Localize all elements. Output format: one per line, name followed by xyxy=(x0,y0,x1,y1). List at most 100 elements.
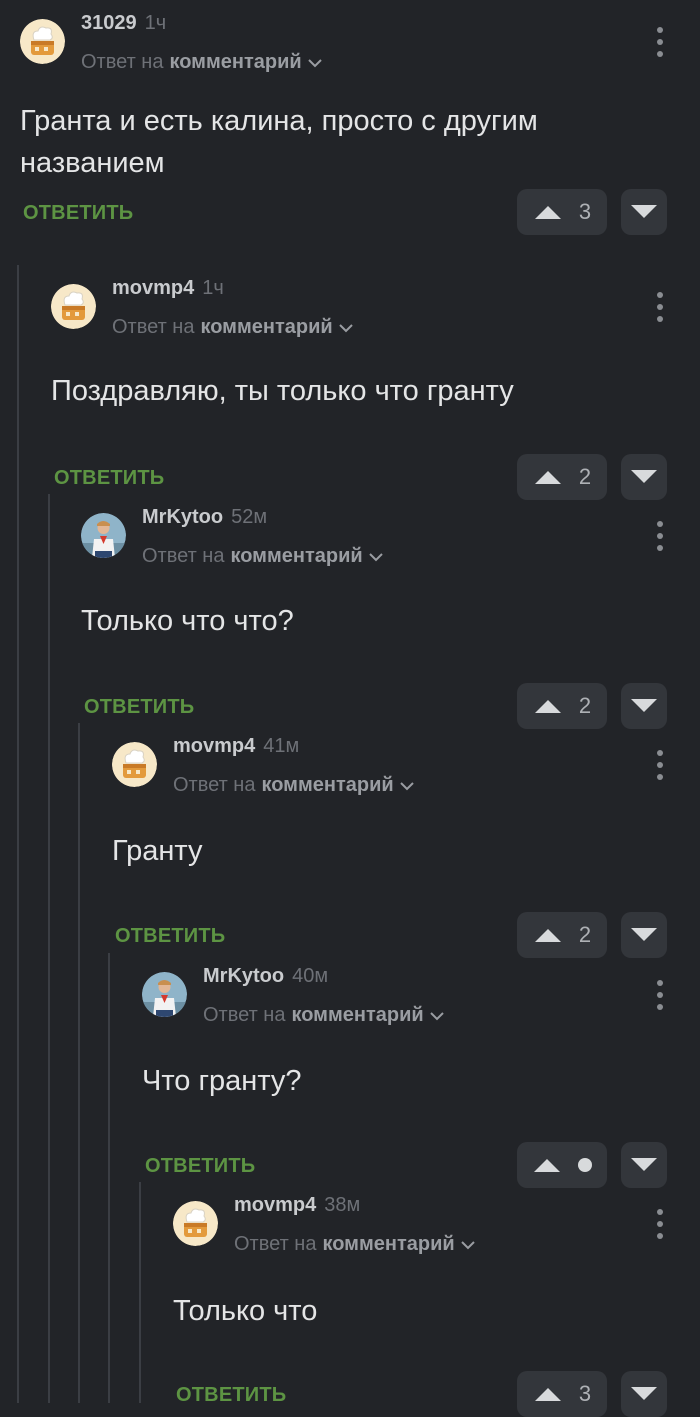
reply-to-prefix: Ответ на xyxy=(112,316,195,338)
comment-text: Только что xyxy=(173,1295,318,1327)
reply-to-target[interactable]: комментарий xyxy=(169,51,301,74)
author-name[interactable]: 31029 xyxy=(81,12,137,34)
rating-hidden-dot xyxy=(578,1158,592,1172)
arrow-down-icon xyxy=(631,205,657,218)
chevron-down-icon[interactable] xyxy=(338,316,353,339)
comment-time: 52м xyxy=(231,506,268,528)
more-options-icon[interactable] xyxy=(650,980,670,1010)
comment-text: Гранту xyxy=(112,835,203,867)
pioneer-photo-avatar[interactable] xyxy=(81,513,126,558)
reply-to-link[interactable]: Ответ на комментарий xyxy=(112,316,353,339)
chef-hat-avatar[interactable] xyxy=(51,284,96,329)
upvote-button[interactable] xyxy=(517,1142,607,1188)
chevron-down-icon[interactable] xyxy=(460,1233,475,1256)
chevron-down-icon[interactable] xyxy=(429,1004,444,1027)
rating-count: 2 xyxy=(578,693,592,718)
comment-text: Поздравляю, ты только что гранту xyxy=(51,375,514,407)
comment-text: Только что что? xyxy=(81,605,294,637)
author-name[interactable]: MrKytoo xyxy=(203,965,284,987)
chef-hat-avatar[interactable] xyxy=(20,19,65,64)
comment-time: 1ч xyxy=(202,277,224,299)
upvote-button[interactable]: 3 xyxy=(517,189,607,235)
arrow-down-icon xyxy=(631,470,657,483)
reply-to-target[interactable]: комментарий xyxy=(322,1233,454,1256)
comment-text: Гранта и есть калина, просто с другим на… xyxy=(20,105,538,179)
arrow-up-icon xyxy=(534,471,561,484)
more-options-icon[interactable] xyxy=(650,292,670,322)
chevron-down-icon[interactable] xyxy=(307,51,322,74)
comment-author[interactable]: movmp4 38м xyxy=(234,1194,360,1217)
rating-count: 3 xyxy=(578,199,592,224)
arrow-down-icon xyxy=(631,928,657,941)
more-options-icon[interactable] xyxy=(650,1209,670,1239)
chevron-down-icon[interactable] xyxy=(368,545,383,568)
comment-time: 41м xyxy=(263,735,300,757)
comment-time: 40м xyxy=(292,965,329,987)
downvote-button[interactable] xyxy=(621,912,667,958)
comment-time: 38м xyxy=(324,1194,361,1216)
thread-line xyxy=(139,1182,141,1403)
chef-hat-avatar[interactable] xyxy=(173,1201,218,1246)
reply-button[interactable]: ОТВЕТИТЬ xyxy=(176,1384,286,1407)
author-name[interactable]: movmp4 xyxy=(112,277,194,299)
author-name[interactable]: MrKytoo xyxy=(142,506,223,528)
arrow-up-icon xyxy=(534,1388,561,1401)
reply-to-link[interactable]: Ответ на комментарий xyxy=(203,1004,444,1027)
author-name[interactable]: movmp4 xyxy=(173,735,255,757)
more-options-icon[interactable] xyxy=(650,27,670,57)
reply-button[interactable]: ОТВЕТИТЬ xyxy=(115,925,225,948)
more-options-icon[interactable] xyxy=(650,521,670,551)
rating-count: 2 xyxy=(578,922,592,947)
reply-button[interactable]: ОТВЕТИТЬ xyxy=(54,467,164,490)
reply-to-link[interactable]: Ответ на комментарий xyxy=(142,545,383,568)
reply-to-target[interactable]: комментарий xyxy=(291,1004,423,1027)
upvote-button[interactable]: 2 xyxy=(517,683,607,729)
comment-author[interactable]: MrKytoo 40м xyxy=(203,965,328,988)
arrow-down-icon xyxy=(631,1158,657,1171)
reply-to-link[interactable]: Ответ на комментарий xyxy=(173,774,414,797)
comment-time: 1ч xyxy=(144,12,167,34)
more-options-icon[interactable] xyxy=(650,750,670,780)
reply-to-prefix: Ответ на xyxy=(173,774,256,796)
thread-line xyxy=(17,265,19,1403)
comment-text: Что гранту? xyxy=(142,1065,302,1097)
reply-to-target[interactable]: комментарий xyxy=(261,774,393,797)
reply-to-target[interactable]: комментарий xyxy=(230,545,362,568)
reply-to-prefix: Ответ на xyxy=(234,1233,317,1255)
downvote-button[interactable] xyxy=(621,1371,667,1417)
reply-to-target[interactable]: комментарий xyxy=(200,316,332,339)
comment-author[interactable]: movmp4 41м xyxy=(173,735,299,758)
arrow-up-icon xyxy=(534,206,561,219)
upvote-button[interactable]: 2 xyxy=(517,912,607,958)
comment-author[interactable]: movmp4 1ч xyxy=(112,277,224,300)
reply-to-link[interactable]: Ответ на комментарий xyxy=(234,1233,475,1256)
arrow-up-icon xyxy=(534,929,561,942)
arrow-down-icon xyxy=(631,1387,657,1400)
author-name[interactable]: movmp4 xyxy=(234,1194,316,1216)
arrow-down-icon xyxy=(631,699,657,712)
thread-line xyxy=(78,723,80,1403)
reply-to-link[interactable]: Ответ на комментарий xyxy=(81,51,322,74)
downvote-button[interactable] xyxy=(621,683,667,729)
thread-line xyxy=(108,953,110,1403)
downvote-button[interactable] xyxy=(621,1142,667,1188)
reply-button[interactable]: ОТВЕТИТЬ xyxy=(23,202,133,225)
reply-to-prefix: Ответ на xyxy=(203,1004,286,1026)
comment-author[interactable]: 31029 1ч xyxy=(81,12,166,35)
upvote-button[interactable]: 3 xyxy=(517,1371,607,1417)
downvote-button[interactable] xyxy=(621,454,667,500)
reply-to-prefix: Ответ на xyxy=(81,51,164,73)
chevron-down-icon[interactable] xyxy=(399,774,414,797)
reply-button[interactable]: ОТВЕТИТЬ xyxy=(84,696,194,719)
arrow-up-icon xyxy=(534,700,561,713)
reply-button[interactable]: ОТВЕТИТЬ xyxy=(145,1155,255,1178)
arrow-up-icon xyxy=(534,1159,560,1172)
downvote-button[interactable] xyxy=(621,189,667,235)
reply-to-prefix: Ответ на xyxy=(142,545,225,567)
pioneer-photo-avatar[interactable] xyxy=(142,972,187,1017)
comment-author[interactable]: MrKytoo 52м xyxy=(142,506,267,529)
rating-count: 2 xyxy=(578,464,592,489)
upvote-button[interactable]: 2 xyxy=(517,454,607,500)
chef-hat-avatar[interactable] xyxy=(112,742,157,787)
rating-count: 3 xyxy=(578,1381,592,1406)
